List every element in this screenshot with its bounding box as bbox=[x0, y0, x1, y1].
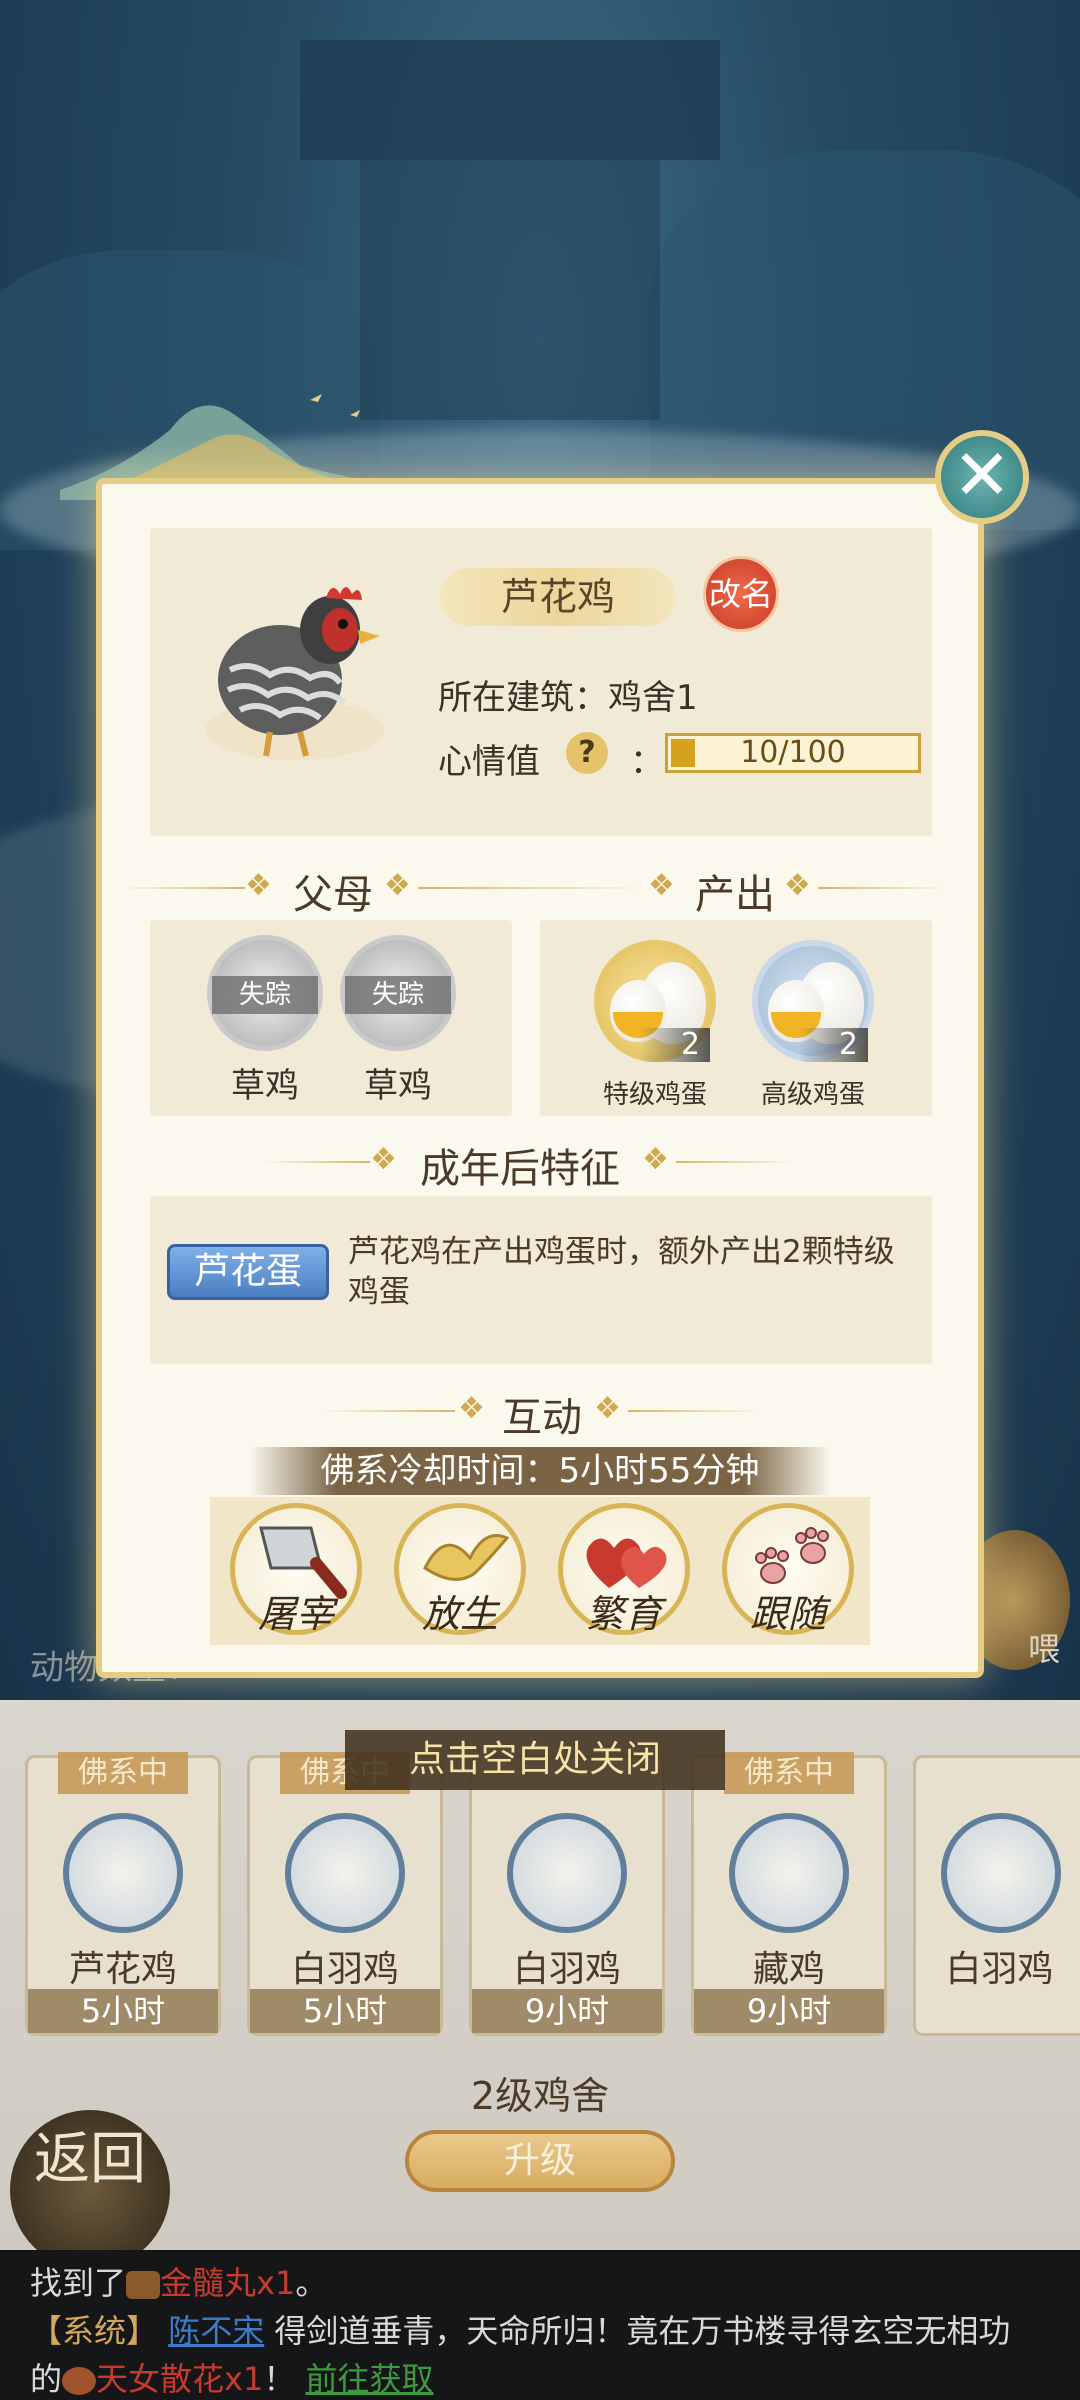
chicken-avatar bbox=[507, 1813, 627, 1933]
release-button[interactable]: 放生 bbox=[394, 1503, 526, 1636]
section-title-parents: 父母 bbox=[293, 872, 373, 918]
ornament-icon: ❖ bbox=[245, 868, 272, 903]
divider bbox=[676, 1161, 796, 1163]
missing-tag: 失踪 bbox=[345, 976, 451, 1014]
missing-tag: 失踪 bbox=[212, 976, 318, 1014]
building-location: 所在建筑：鸡舍1 bbox=[438, 678, 698, 718]
parent-name: 草鸡 bbox=[231, 1066, 299, 1106]
mood-label: 心情值 bbox=[438, 742, 540, 782]
card-badge: 佛系中 bbox=[724, 1752, 854, 1794]
chicken-avatar bbox=[63, 1813, 183, 1933]
mood-value-text: 10/100 bbox=[740, 735, 846, 770]
follow-button[interactable]: 跟随 bbox=[722, 1503, 854, 1636]
trait-badge[interactable]: 芦花蛋 bbox=[167, 1244, 329, 1300]
mood-colon: ： bbox=[630, 742, 664, 782]
egg-name: 特级鸡蛋 bbox=[602, 1080, 707, 1110]
chat-item-name: 金髓丸x1 bbox=[160, 2264, 296, 2302]
coop-level-label: 2级鸡舍 bbox=[470, 2074, 610, 2118]
action-label: 放生 bbox=[421, 1592, 498, 1636]
chick-avatar bbox=[941, 1813, 1061, 1933]
ornament-icon: ❖ bbox=[594, 1391, 621, 1426]
divider bbox=[818, 887, 948, 889]
egg-count: 2 bbox=[640, 1028, 710, 1062]
ornament-icon: ❖ bbox=[384, 868, 411, 903]
close-icon: ✕ bbox=[952, 434, 1012, 516]
chat-line: 【系统】 陈不宋 得剑道垂青，天命所归！竟在万书楼寻得玄空无相功 bbox=[30, 2306, 1010, 2352]
parent-name: 草鸡 bbox=[364, 1066, 432, 1106]
animal-card[interactable]: 白羽鸡 bbox=[913, 1755, 1080, 2036]
chat-text: 。 bbox=[295, 2264, 328, 2302]
card-name: 白羽鸡 bbox=[945, 1949, 1054, 1990]
ornament-icon: ❖ bbox=[458, 1391, 485, 1426]
temple-silhouette bbox=[300, 40, 720, 160]
card-name: 白羽鸡 bbox=[290, 1949, 399, 1990]
slaughter-button[interactable]: 屠宰 bbox=[230, 1503, 362, 1636]
chat-player-link[interactable]: 陈不宋 bbox=[168, 2312, 264, 2350]
breed-button[interactable]: 繁育 bbox=[558, 1503, 690, 1636]
animal-card[interactable]: 佛系中 藏鸡 9小时 bbox=[691, 1752, 887, 2036]
ornament-icon: ❖ bbox=[642, 1142, 669, 1177]
item-icon bbox=[126, 2271, 161, 2299]
chat-system-tag: 【系统】 bbox=[30, 2312, 159, 2350]
action-label: 屠宰 bbox=[257, 1592, 334, 1636]
item-icon bbox=[62, 2367, 97, 2395]
card-time: 5小时 bbox=[250, 1989, 440, 2033]
back-button[interactable]: 返回 bbox=[10, 2110, 170, 2270]
animal-card[interactable]: 佛系中 芦花鸡 5小时 bbox=[25, 1752, 221, 2036]
feed-label: 喂 bbox=[1027, 1630, 1060, 1668]
divider bbox=[260, 1161, 370, 1163]
action-label: 繁育 bbox=[585, 1592, 662, 1636]
goto-link[interactable]: 前往获取 bbox=[306, 2360, 434, 2398]
animal-card[interactable]: 白羽鸡 9小时 bbox=[469, 1755, 665, 2036]
chicken-portrait bbox=[205, 587, 385, 760]
section-title-output: 产出 bbox=[695, 872, 775, 918]
chat-line: 的天女散花x1！ 前往获取 bbox=[30, 2354, 434, 2400]
chat-text: ！ bbox=[263, 2360, 296, 2398]
card-name: 白羽鸡 bbox=[512, 1949, 621, 1990]
chat-text: 找到了 bbox=[30, 2264, 127, 2302]
close-button[interactable]: ✕ bbox=[935, 430, 1029, 524]
chicken-avatar bbox=[285, 1813, 405, 1933]
parent-avatar[interactable]: 失踪 bbox=[207, 935, 323, 1051]
chat-line: 找到了 金髓丸x1。 bbox=[30, 2258, 327, 2304]
card-time: 9小时 bbox=[694, 1989, 884, 2033]
upgrade-button[interactable]: 升级 bbox=[405, 2130, 675, 2192]
animal-card[interactable]: 佛系中 白羽鸡 5小时 bbox=[247, 1752, 443, 2036]
card-time: 9小时 bbox=[472, 1989, 662, 2033]
close-hint: 点击空白处关闭 bbox=[345, 1730, 725, 1790]
action-label: 跟随 bbox=[749, 1592, 826, 1636]
ornament-icon: ❖ bbox=[784, 868, 811, 903]
egg-count: 2 bbox=[798, 1028, 868, 1062]
divider bbox=[320, 1410, 455, 1412]
cooldown-banner: 佛系冷却时间：5小时55分钟 bbox=[250, 1447, 830, 1495]
card-name: 藏鸡 bbox=[752, 1949, 825, 1990]
ornament-icon: ❖ bbox=[370, 1142, 397, 1177]
rename-button[interactable]: 改名 bbox=[703, 556, 779, 632]
chicken-avatar bbox=[729, 1813, 849, 1933]
chat-text: 的 bbox=[30, 2360, 63, 2398]
chat-panel[interactable]: 找到了 金髓丸x1。 【系统】 陈不宋 得剑道垂青，天命所归！竟在万书楼寻得玄空无… bbox=[0, 2250, 1080, 2400]
divider bbox=[628, 1410, 763, 1412]
trait-description: 芦花鸡在产出鸡蛋时，额外产出2颗特级鸡蛋 bbox=[348, 1234, 895, 1310]
chat-item-name: 天女散花x1 bbox=[96, 2360, 264, 2398]
help-icon[interactable]: ? bbox=[566, 732, 608, 774]
divider bbox=[120, 887, 245, 889]
mood-progress-bar: 10/100 bbox=[665, 733, 921, 773]
egg-name: 高级鸡蛋 bbox=[760, 1080, 865, 1110]
ornament-icon: ❖ bbox=[648, 868, 675, 903]
card-badge: 佛系中 bbox=[58, 1752, 188, 1794]
section-title-interact: 互动 bbox=[502, 1395, 582, 1441]
chat-text: 得剑道垂青，天命所归！竟在万书楼寻得玄空无相功 bbox=[274, 2312, 1011, 2350]
parent-avatar[interactable]: 失踪 bbox=[340, 935, 456, 1051]
high-grade-egg-icon[interactable]: 2 bbox=[752, 940, 874, 1062]
section-title-traits: 成年后特征 bbox=[420, 1146, 620, 1192]
chicken-name-plate: 芦花鸡 bbox=[440, 568, 676, 626]
card-time: 5小时 bbox=[28, 1989, 218, 2033]
premium-egg-icon[interactable]: 2 bbox=[594, 940, 716, 1062]
card-name: 芦花鸡 bbox=[68, 1949, 177, 1990]
divider bbox=[418, 887, 648, 889]
